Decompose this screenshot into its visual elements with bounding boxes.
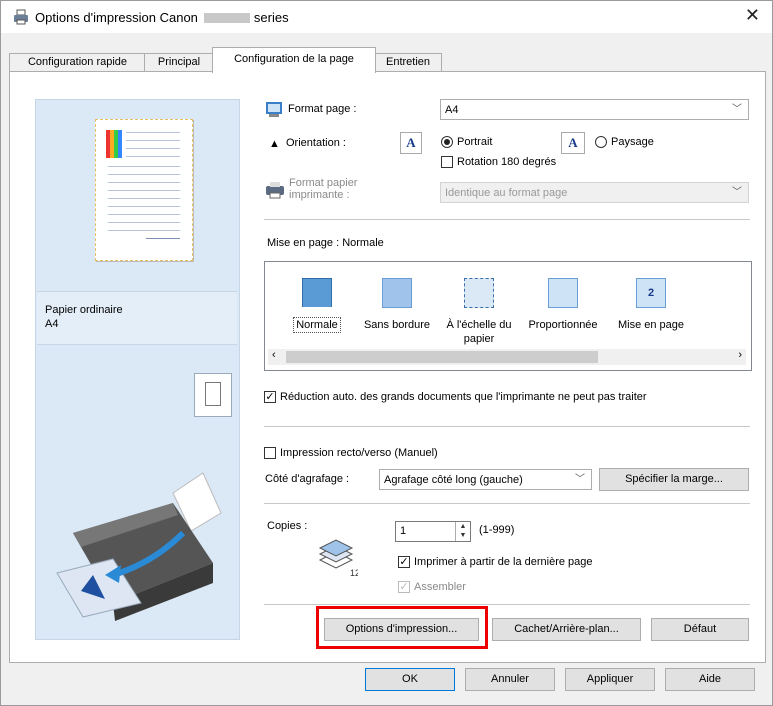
copies-spinner[interactable]: 1 ▲ ▼ bbox=[395, 521, 471, 542]
stamp-background-button[interactable]: Cachet/Arrière-plan... bbox=[492, 618, 641, 641]
landscape-label: Paysage bbox=[611, 136, 654, 148]
paper-type-label: Papier ordinaire bbox=[45, 304, 123, 316]
copies-range: (1-999) bbox=[479, 524, 515, 536]
layout-item-sans-bordure[interactable]: Sans bordure bbox=[357, 278, 437, 332]
paper-preview bbox=[95, 119, 193, 261]
tab-entretien[interactable]: Entretien bbox=[374, 53, 442, 72]
tab-configuration-rapide[interactable]: Configuration rapide bbox=[9, 53, 146, 72]
scroll-left-icon[interactable]: ‹ bbox=[272, 349, 276, 361]
rotate-180-label: Rotation 180 degrés bbox=[457, 156, 557, 168]
last-page-first-label: Imprimer à partir de la dernière page bbox=[414, 556, 593, 568]
scroll-right-icon[interactable]: › bbox=[738, 349, 742, 361]
divider bbox=[264, 604, 750, 605]
chevron-down-icon: ﹀ bbox=[732, 104, 742, 115]
layout-fit-page-icon bbox=[464, 278, 494, 308]
printer-illustration-icon bbox=[56, 472, 222, 621]
printer-paper-label: Format papier imprimante : bbox=[289, 177, 358, 201]
page-size-label: Format page : bbox=[288, 103, 357, 115]
landscape-icon: A bbox=[561, 132, 585, 154]
collate-checkbox[interactable]: ✓ bbox=[398, 581, 410, 593]
orientation-label: Orientation : bbox=[286, 137, 346, 149]
layout-scrollbar[interactable]: ‹ › bbox=[268, 349, 746, 365]
cancel-button[interactable]: Annuler bbox=[465, 668, 555, 691]
divider bbox=[264, 503, 750, 504]
printer-paper-dropdown[interactable]: Identique au format page ﹀ bbox=[440, 182, 749, 203]
page-size-icon bbox=[266, 102, 282, 117]
rotate-180-checkbox[interactable] bbox=[441, 156, 453, 168]
layout-item-proportionnee[interactable]: Proportionnée bbox=[523, 278, 603, 332]
layout-item-normale[interactable]: Normale bbox=[277, 278, 357, 333]
tab-principal[interactable]: Principal bbox=[144, 53, 214, 72]
chevron-down-icon: ﹀ bbox=[732, 187, 742, 198]
default-button[interactable]: Défaut bbox=[651, 618, 749, 641]
duplex-checkbox[interactable] bbox=[264, 447, 276, 459]
paper-info: Papier ordinaire A4 bbox=[37, 291, 237, 345]
orientation-bullet: ▲ bbox=[269, 138, 280, 150]
help-button[interactable]: Aide bbox=[665, 668, 755, 691]
layout-item-mise-en-page[interactable]: 2 Mise en page bbox=[611, 278, 691, 332]
layout-scaled-icon bbox=[548, 278, 578, 308]
color-bar-icon bbox=[106, 130, 122, 158]
tab-configuration-page[interactable]: Configuration de la page bbox=[212, 47, 376, 73]
auto-reduce-label: Réduction auto. des grands documents que… bbox=[280, 391, 647, 403]
layout-item-echelle[interactable]: À l'échelle du papier bbox=[439, 278, 519, 346]
paper-orientation-icon bbox=[194, 373, 232, 417]
divider bbox=[264, 219, 750, 220]
specify-margin-button[interactable]: Spécifier la marge... bbox=[599, 468, 749, 491]
collate-label: Assembler bbox=[414, 581, 466, 593]
printer-icon bbox=[14, 9, 28, 25]
printer-paper-icon bbox=[266, 182, 284, 199]
layout-multipage-icon: 2 bbox=[636, 278, 666, 308]
highlight-box bbox=[316, 606, 488, 649]
layout-normal-icon bbox=[302, 278, 332, 307]
window-title: Options d'impression Canon series bbox=[35, 10, 289, 25]
portrait-icon: A bbox=[400, 132, 422, 154]
spinner-updown-icon[interactable]: ▲ ▼ bbox=[455, 522, 470, 541]
title-bar: Options d'impression Canon series ✕ bbox=[1, 1, 772, 33]
stapling-dropdown[interactable]: Agrafage côté long (gauche) ﹀ bbox=[379, 469, 592, 490]
ok-button[interactable]: OK bbox=[365, 668, 455, 691]
svg-text:123: 123 bbox=[350, 568, 358, 578]
apply-button[interactable]: Appliquer bbox=[565, 668, 655, 691]
auto-reduce-checkbox[interactable]: ✓ bbox=[264, 391, 276, 403]
last-page-first-checkbox[interactable]: ✓ bbox=[398, 556, 410, 568]
print-options-window: Options d'impression Canon series ✕ Confi… bbox=[0, 0, 773, 706]
scrollbar-thumb[interactable] bbox=[286, 351, 598, 363]
copies-label: Copies : bbox=[267, 520, 308, 532]
close-icon[interactable]: ✕ bbox=[745, 5, 760, 26]
layout-label: Mise en page : Normale bbox=[267, 237, 384, 249]
layout-borderless-icon bbox=[382, 278, 412, 308]
duplex-label: Impression recto/verso (Manuel) bbox=[280, 447, 438, 459]
chevron-down-icon: ﹀ bbox=[575, 474, 585, 485]
stapling-label: Côté d'agrafage : bbox=[265, 473, 350, 485]
landscape-radio[interactable] bbox=[595, 136, 607, 148]
copies-icon: 123 bbox=[318, 539, 358, 578]
portrait-label: Portrait bbox=[457, 136, 493, 148]
paper-size-label: A4 bbox=[45, 318, 59, 330]
portrait-radio[interactable] bbox=[441, 136, 453, 148]
page-size-dropdown[interactable]: A4 ﹀ bbox=[440, 99, 749, 120]
divider bbox=[264, 426, 750, 427]
